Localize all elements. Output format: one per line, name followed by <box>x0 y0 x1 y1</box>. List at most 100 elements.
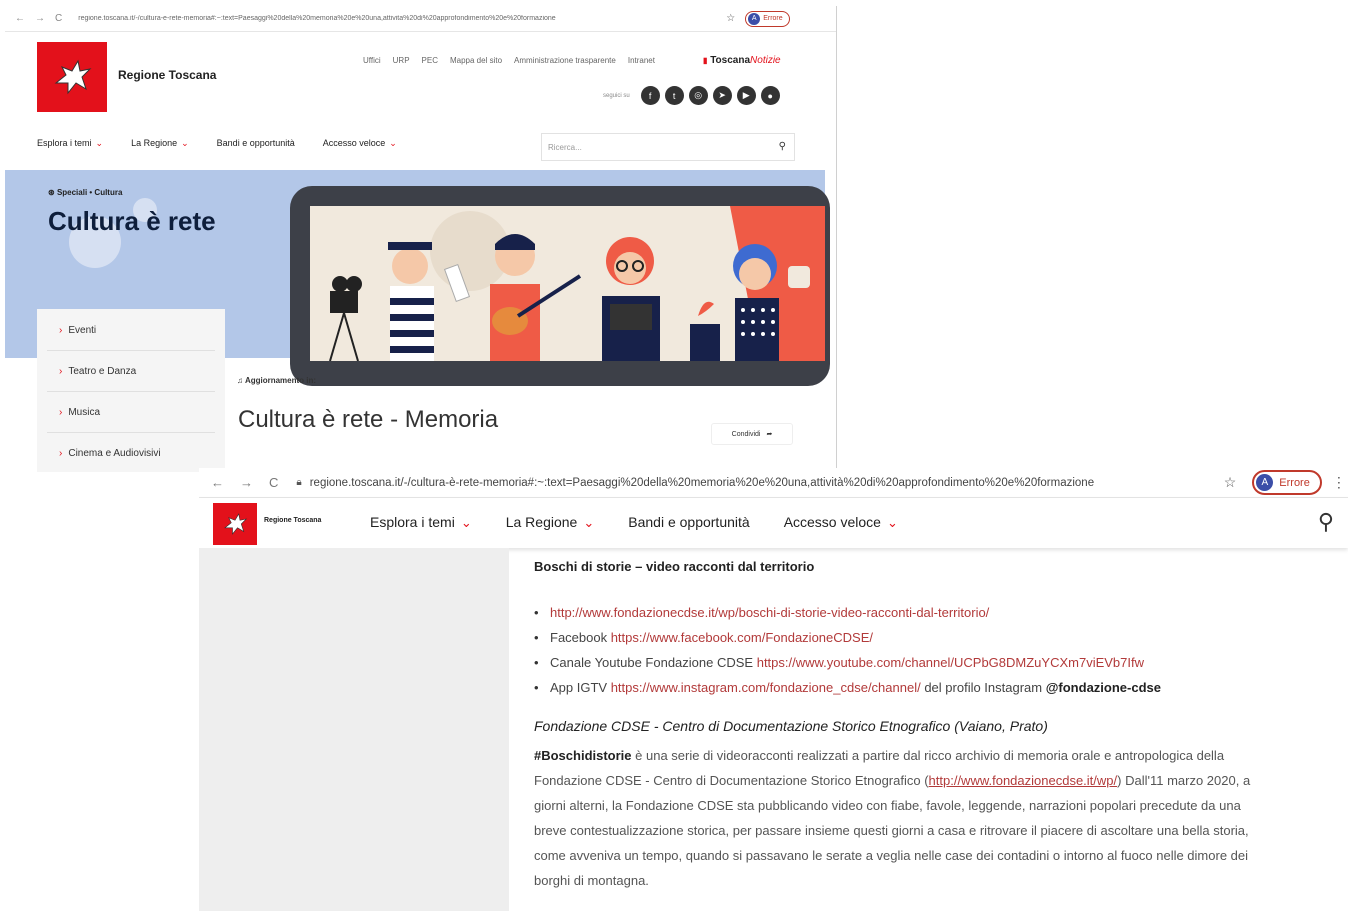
description-paragraph: #Boschidistorie è una serie di videoracc… <box>534 748 1251 888</box>
nav-accesso-veloce[interactable]: Accesso veloce ⌄ <box>784 514 898 531</box>
nav-la-regione[interactable]: La Regione ⌄ <box>506 514 595 531</box>
chevron-down-icon: ⌄ <box>886 515 898 530</box>
forward-icon[interactable]: → <box>240 475 253 490</box>
utility-link-urp[interactable]: URP <box>393 56 410 65</box>
brand-name[interactable]: Regione Toscana <box>118 68 216 82</box>
facebook-icon[interactable]: f <box>640 86 660 105</box>
bell-icon: ♫ <box>237 376 243 385</box>
nav-esplora-temi[interactable]: Esplora i temi ⌄ <box>37 138 103 149</box>
search-placeholder: Ricerca... <box>548 142 582 152</box>
hero-illustration <box>310 206 825 361</box>
more-menu-icon[interactable]: ⋮ <box>1332 474 1346 491</box>
pegasus-icon <box>224 513 248 535</box>
reload-icon[interactable]: C <box>55 13 62 24</box>
category-icon: ⊛ <box>48 188 55 197</box>
list-item: • http://www.fondazionecdse.it/wp/boschi… <box>534 600 1161 625</box>
search-icon[interactable]: ⚲ <box>1318 509 1334 535</box>
link-list: • http://www.fondazionecdse.it/wp/boschi… <box>534 600 1161 700</box>
toscana-notizie-label: Toscana <box>710 55 751 66</box>
utility-link-intranet[interactable]: Intranet <box>628 56 655 65</box>
nav-bandi[interactable]: Bandi e opportunità <box>628 514 749 531</box>
youtube-icon[interactable]: ▶ <box>736 86 756 105</box>
profile-error-label: Errore <box>1279 476 1310 489</box>
profile-error-label: Errore <box>763 15 783 22</box>
reload-icon[interactable]: C <box>269 475 278 490</box>
back-icon[interactable]: ← <box>15 13 25 24</box>
list-item: • Canale Youtube Fondazione CDSE https:/… <box>534 650 1161 675</box>
instagram-icon[interactable]: ◎ <box>688 86 708 105</box>
instagram-handle: @fondazione-cdse <box>1045 680 1161 695</box>
nav-bandi[interactable]: Bandi e opportunità <box>217 138 295 149</box>
screenshot-bottom: ← → C 🔒︎ regione.toscana.it/-/cultura-è-… <box>199 468 1348 911</box>
chevron-down-icon: ⌄ <box>389 138 397 148</box>
flickr-icon[interactable]: ● <box>760 86 780 105</box>
side-menu-item-eventi[interactable]: › Eventi <box>47 311 215 351</box>
search-icon[interactable]: ⚲ <box>779 141 786 152</box>
search-input[interactable]: Ricerca... ⚲ <box>541 133 795 161</box>
brand-name[interactable]: Regione Toscana <box>264 517 321 524</box>
link-fondazione-page[interactable]: http://www.fondazionecdse.it/wp/boschi-d… <box>550 600 989 625</box>
share-arrow-icon: ➦ <box>766 431 773 438</box>
list-item: • Facebook https://www.facebook.com/Fond… <box>534 625 1161 650</box>
site-header: Regione Toscana Esplora i temi ⌄ La Regio… <box>199 498 1348 548</box>
profile-button[interactable]: A Errore <box>745 10 790 27</box>
notizie-label: Notizie <box>750 55 781 66</box>
nav-la-regione[interactable]: La Regione ⌄ <box>131 138 189 149</box>
address-bar[interactable]: regione.toscana.it/-/cultura-e-rete-memo… <box>78 15 718 22</box>
regione-toscana-logo[interactable] <box>213 503 257 545</box>
main-nav: Esplora i temi ⌄ La Regione ⌄ Bandi e oppo… <box>370 514 898 531</box>
utility-link-mappa[interactable]: Mappa del sito <box>450 56 502 65</box>
toscana-notizie-link[interactable]: ▮ ToscanaNotizie <box>703 55 781 66</box>
chevron-right-icon: › <box>59 366 63 377</box>
forward-icon[interactable]: → <box>35 13 45 24</box>
bookmark-star-icon[interactable]: ☆ <box>726 13 735 24</box>
hero-title: Cultura è rete <box>48 206 216 236</box>
link-instagram[interactable]: https://www.instagram.com/fondazione_cds… <box>611 675 921 700</box>
telegram-icon[interactable]: ➤ <box>712 86 732 105</box>
breadcrumb: ⊛ Speciali • Cultura <box>48 188 123 197</box>
avatar: A <box>1256 474 1274 491</box>
profile-button[interactable]: A Errore <box>1252 470 1322 495</box>
chevron-down-icon: ⌄ <box>460 515 472 530</box>
toscana-notizie-icon: ▮ <box>703 56 708 65</box>
regione-toscana-logo[interactable] <box>37 42 107 112</box>
page-title: Cultura è rete - Memoria <box>238 406 499 433</box>
update-label: ♫ Aggiornamento in: <box>237 376 317 385</box>
nav-esplora-temi[interactable]: Esplora i temi ⌄ <box>370 514 472 531</box>
address-bar[interactable]: regione.toscana.it/-/cultura-è-rete-memo… <box>310 477 1150 489</box>
hashtag: #Boschidistorie <box>534 748 632 763</box>
side-menu-item-cinema[interactable]: › Cinema e Audiovisivi <box>47 434 215 472</box>
back-icon[interactable]: ← <box>211 475 224 490</box>
utility-link-uffici[interactable]: Uffici <box>363 56 381 65</box>
section-title: Boschi di storie – video racconti dal te… <box>534 559 815 574</box>
chevron-right-icon: › <box>59 448 63 459</box>
organization-title: Fondazione CDSE - Centro di Documentazio… <box>534 718 1048 734</box>
main-nav: Esplora i temi ⌄ La Regione ⌄ Bandi e oppo… <box>37 138 397 149</box>
avatar: A <box>748 12 761 25</box>
utility-link-pec[interactable]: PEC <box>422 56 438 65</box>
link-facebook[interactable]: https://www.facebook.com/FondazioneCDSE/ <box>611 625 873 650</box>
twitter-icon[interactable]: t <box>664 86 684 105</box>
chevron-down-icon: ⌄ <box>181 138 189 148</box>
browser-toolbar: ← → C 🔒︎ regione.toscana.it/-/cultura-è-… <box>199 468 1348 498</box>
utility-link-trasparente[interactable]: Amministrazione trasparente <box>514 56 616 65</box>
link-youtube[interactable]: https://www.youtube.com/channel/UCPbG8DM… <box>757 650 1144 675</box>
pegasus-icon <box>54 59 92 95</box>
chevron-right-icon: › <box>59 325 63 336</box>
side-menu-item-musica[interactable]: › Musica <box>47 393 215 433</box>
share-button[interactable]: Condividi ➦ <box>711 423 793 445</box>
link-fondazione-site[interactable]: http://www.fondazionecdse.it/wp/ <box>929 773 1118 788</box>
list-item: • App IGTV https://www.instagram.com/fon… <box>534 675 1161 700</box>
left-sidebar <box>199 548 509 911</box>
bookmark-star-icon[interactable]: ☆ <box>1224 474 1237 491</box>
chevron-down-icon: ⌄ <box>583 515 595 530</box>
chevron-right-icon: › <box>59 407 63 418</box>
utility-nav: Uffici URP PEC Mappa del sito Amministra… <box>363 56 655 65</box>
screenshot-top: ← → C regione.toscana.it/-/cultura-e-ret… <box>5 6 837 472</box>
characters-illustration <box>329 206 825 361</box>
side-menu-item-teatro[interactable]: › Teatro e Danza <box>47 352 215 392</box>
nav-accesso-veloce[interactable]: Accesso veloce ⌄ <box>323 138 397 149</box>
side-menu: › Eventi › Teatro e Danza › Musica › Cinema … <box>37 309 225 472</box>
chevron-down-icon: ⌄ <box>95 138 104 148</box>
lock-icon[interactable]: 🔒︎ <box>296 477 301 488</box>
